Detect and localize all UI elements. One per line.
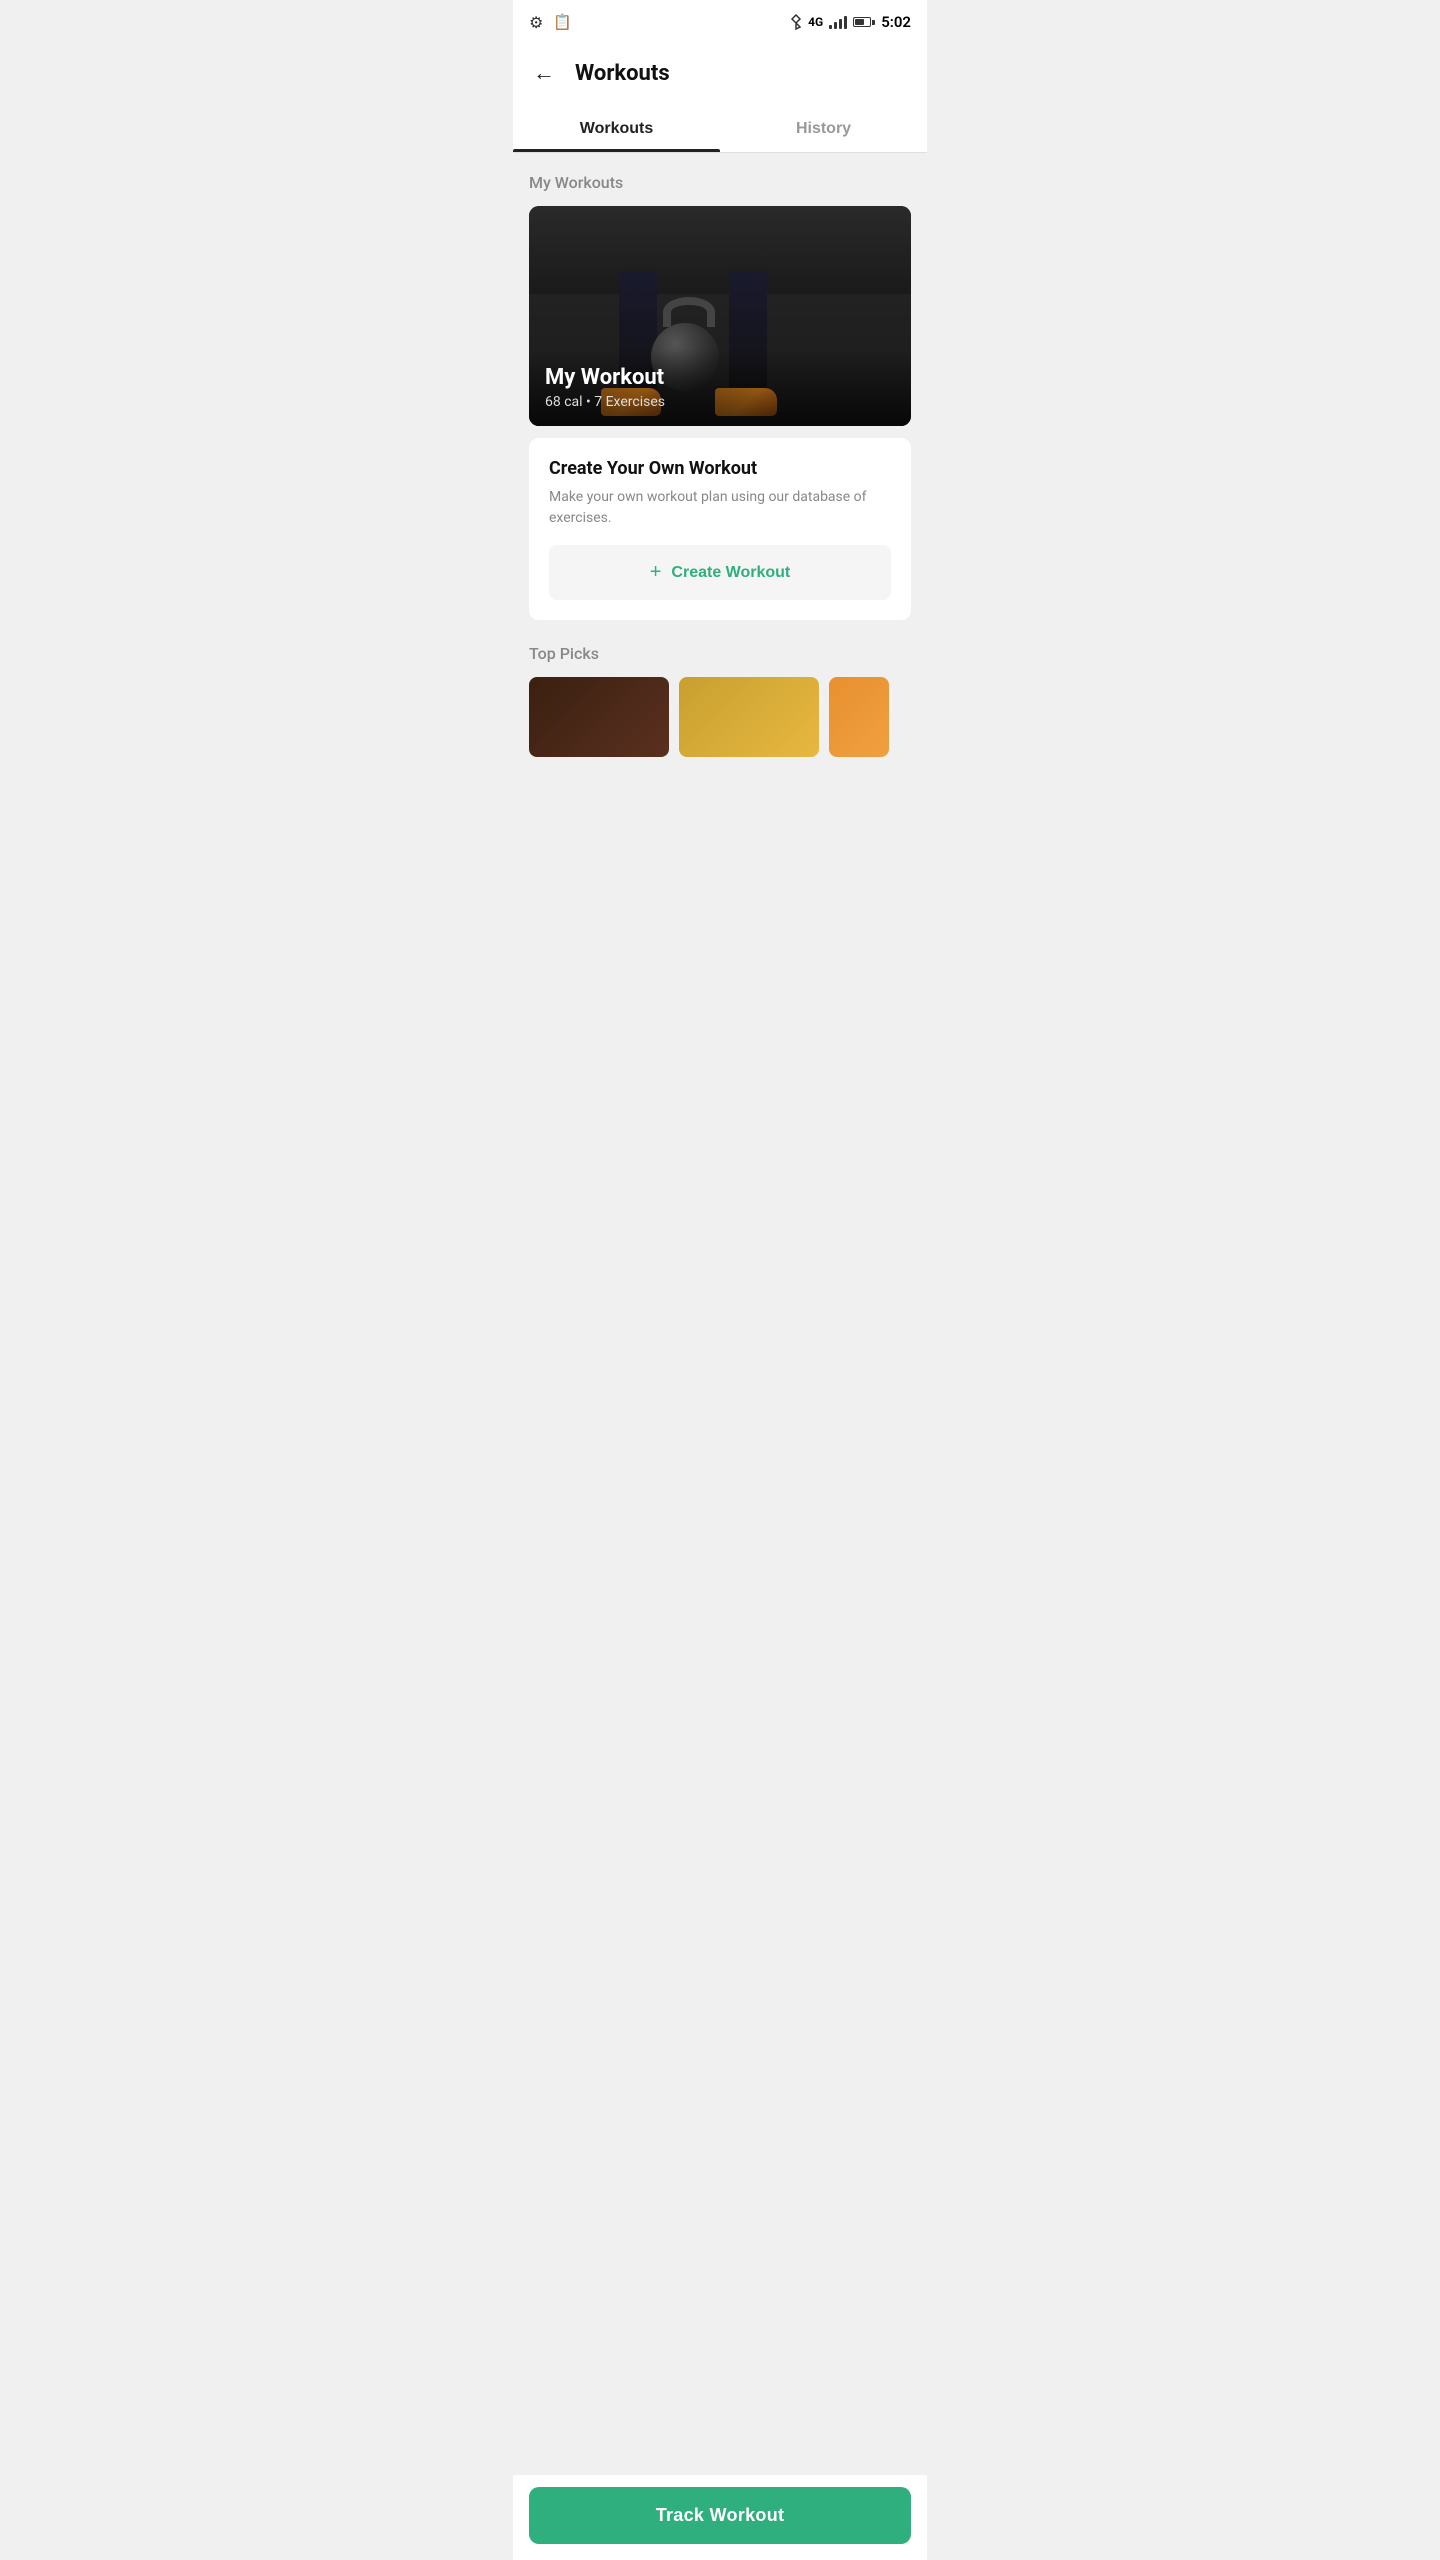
main-content: My Workouts	[513, 153, 927, 857]
top-picks-section: Top Picks	[529, 644, 911, 757]
signal-bars-icon	[829, 15, 847, 29]
top-pick-card-2[interactable]	[679, 677, 819, 757]
workout-exercises: 7 Exercises	[594, 394, 665, 410]
top-picks-title: Top Picks	[529, 644, 911, 663]
signal-label: 4G	[808, 15, 823, 29]
workout-calories: 68 cal	[545, 394, 583, 410]
settings-icon: ⚙	[529, 13, 543, 32]
status-bar: ⚙ 📋 4G 5:02	[513, 0, 927, 44]
top-picks-row	[529, 677, 911, 757]
plus-icon: +	[650, 561, 662, 584]
tab-workouts[interactable]: Workouts	[513, 106, 720, 152]
clipboard-icon: 📋	[553, 13, 572, 31]
track-workout-container: Track Workout	[513, 2475, 927, 2560]
my-workouts-section: My Workouts	[529, 173, 911, 620]
workout-card-name: My Workout	[545, 365, 895, 390]
back-arrow-icon: ←	[533, 60, 555, 86]
track-workout-button[interactable]: Track Workout	[529, 2487, 911, 2544]
my-workouts-title: My Workouts	[529, 173, 911, 192]
page-title: Workouts	[575, 61, 670, 86]
tab-history[interactable]: History	[720, 106, 927, 152]
create-workout-desc: Make your own workout plan using our dat…	[549, 487, 891, 529]
top-pick-card-1[interactable]	[529, 677, 669, 757]
bluetooth-icon	[790, 14, 802, 30]
create-workout-card: Create Your Own Workout Make your own wo…	[529, 438, 911, 620]
back-button[interactable]: ←	[529, 56, 559, 90]
my-workout-card[interactable]: My Workout 68 cal • 7 Exercises	[529, 206, 911, 426]
status-right-icons: 4G 5:02	[790, 13, 911, 31]
create-workout-title: Create Your Own Workout	[549, 458, 891, 479]
status-left-icons: ⚙ 📋	[529, 13, 572, 32]
workout-card-image: My Workout 68 cal • 7 Exercises	[529, 206, 911, 426]
workout-card-overlay: My Workout 68 cal • 7 Exercises	[529, 349, 911, 426]
create-workout-button[interactable]: + Create Workout	[549, 545, 891, 600]
battery-icon	[853, 17, 875, 27]
tabs-container: Workouts History	[513, 106, 927, 153]
workout-card-meta: 68 cal • 7 Exercises	[545, 394, 895, 410]
top-pick-card-3[interactable]	[829, 677, 889, 757]
status-time: 5:02	[881, 13, 911, 31]
create-workout-button-label: Create Workout	[671, 564, 790, 582]
header: ← Workouts	[513, 44, 927, 106]
